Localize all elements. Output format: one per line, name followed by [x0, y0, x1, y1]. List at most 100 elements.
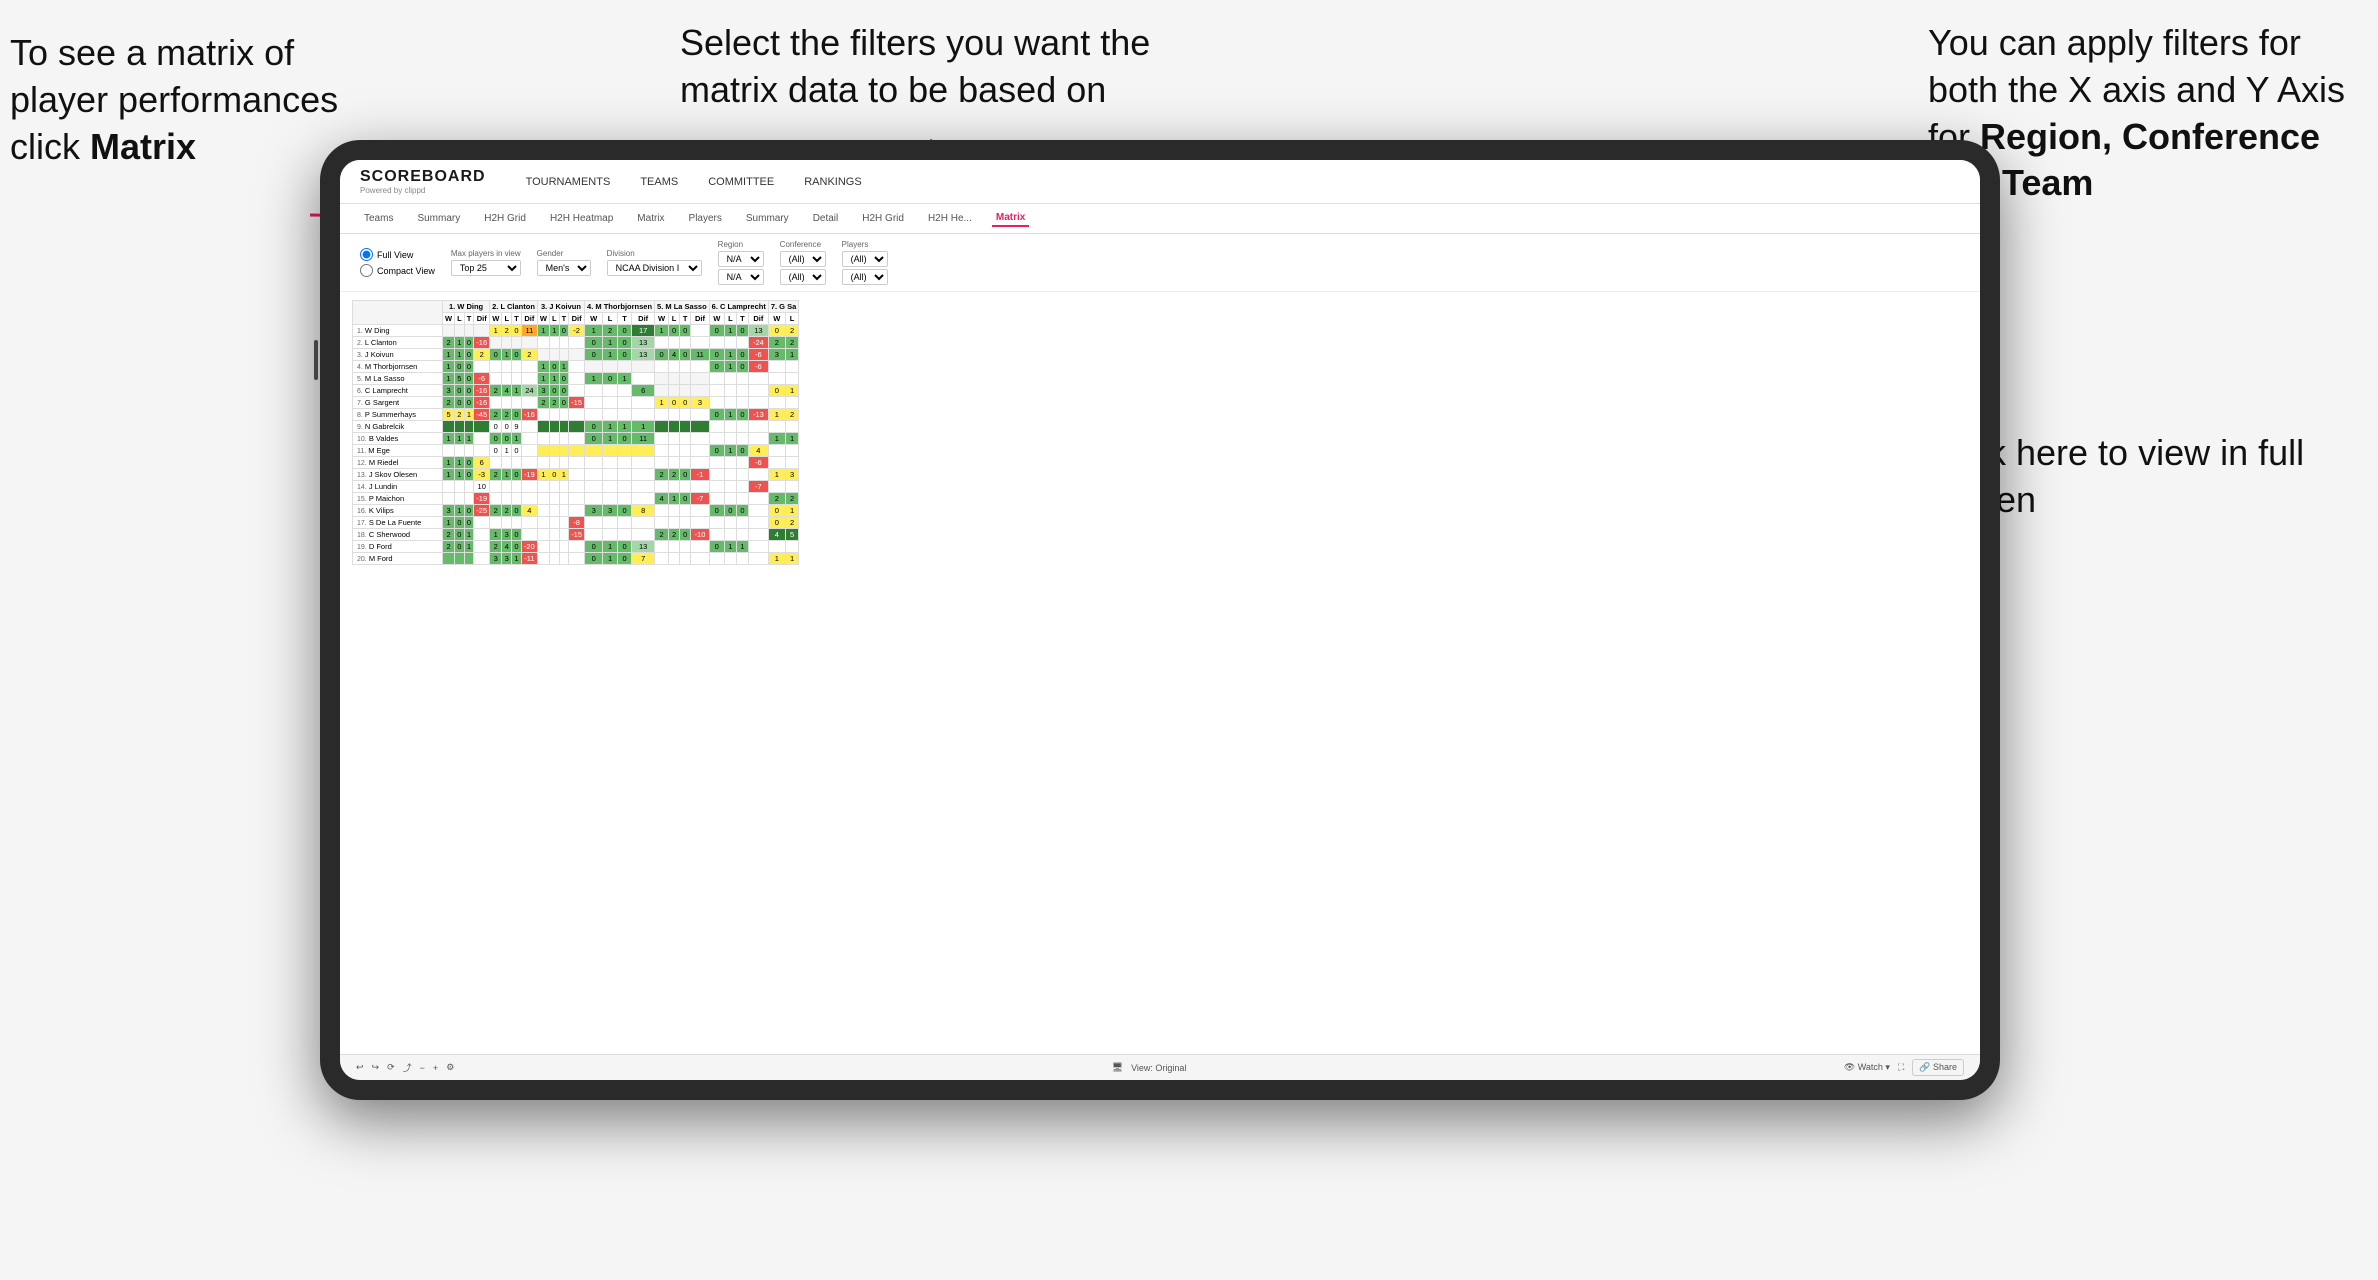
sub-nav-h2hhe[interactable]: H2H He...	[924, 211, 976, 226]
conference-select-2[interactable]: (All)	[780, 269, 826, 285]
th-6-l: L	[724, 313, 736, 325]
sub-nav-players[interactable]: Players	[685, 211, 726, 226]
sub-nav-detail[interactable]: Detail	[809, 211, 843, 226]
region-select-2[interactable]: N/A	[718, 269, 764, 285]
sub-nav-matrix-active[interactable]: Matrix	[992, 210, 1029, 227]
th-5-m-la-sasso: 5. M La Sasso	[655, 301, 710, 313]
player-name: 13. J Skov Olesen	[353, 469, 443, 481]
th-6-t: T	[736, 313, 748, 325]
sub-nav-matrix[interactable]: Matrix	[633, 211, 668, 226]
top-nav: SCOREBOARD Powered by clippd TOURNAMENTS…	[340, 160, 1980, 204]
toolbar-undo[interactable]: ↩	[356, 1062, 364, 1073]
logo-title: SCOREBOARD	[360, 168, 486, 186]
players-label: Players	[842, 240, 888, 249]
th-7-l: L	[785, 313, 798, 325]
region-select-1[interactable]: N/A	[718, 251, 764, 267]
full-view-radio[interactable]: Full View	[360, 248, 435, 261]
conference-filter: Conference (All) (All)	[780, 240, 826, 285]
sub-nav-summary2[interactable]: Summary	[742, 211, 793, 226]
max-players-label: Max players in view	[451, 249, 521, 258]
max-players-filter: Max players in view Top 25	[451, 249, 521, 276]
annotation-center: Select the filters you want the matrix d…	[680, 20, 1200, 114]
table-row: 19. D Ford 201 240-20 01013 011	[353, 541, 799, 553]
players-select-2[interactable]: (All)	[842, 269, 888, 285]
table-row: 5. M La Sasso 150-6 110 101	[353, 373, 799, 385]
sub-nav-teams[interactable]: Teams	[360, 211, 397, 226]
toolbar-settings[interactable]: ⚙	[446, 1062, 454, 1073]
sub-nav-summary[interactable]: Summary	[413, 211, 464, 226]
th-1-t: T	[464, 313, 474, 325]
players-select-1[interactable]: (All)	[842, 251, 888, 267]
th-6-c-lamprecht: 6. C Lamprecht	[709, 301, 768, 313]
sub-nav-h2h-heatmap[interactable]: H2H Heatmap	[546, 211, 617, 226]
full-view-input[interactable]	[360, 248, 373, 261]
sub-nav-h2h-grid2[interactable]: H2H Grid	[858, 211, 908, 226]
sub-nav: Teams Summary H2H Grid H2H Heatmap Matri…	[340, 204, 1980, 234]
logo-area: SCOREBOARD Powered by clippd	[360, 168, 486, 195]
toolbar-zoom-out[interactable]: −	[420, 1063, 425, 1073]
th-4-dif: Dif	[632, 313, 655, 325]
player-name: 16. K Vilips	[353, 505, 443, 517]
table-row: 3. J Koivun 1102 0102 01013 04011 010-6 …	[353, 349, 799, 361]
th-3-t: T	[559, 313, 569, 325]
sub-nav-h2h-grid[interactable]: H2H Grid	[480, 211, 530, 226]
player-name: 7. G Sargent	[353, 397, 443, 409]
division-filter: Division NCAA Division I	[607, 249, 702, 276]
compact-view-radio[interactable]: Compact View	[360, 264, 435, 277]
player-name: 12. M Riedel	[353, 457, 443, 469]
toolbar-refresh[interactable]: ⟳	[387, 1062, 395, 1073]
nav-tournaments[interactable]: TOURNAMENTS	[526, 176, 611, 188]
player-name: 3. J Koivun	[353, 349, 443, 361]
toolbar-view-label: 🖥	[1112, 1062, 1123, 1073]
table-row: 8. P Summerhays 521-45 220-16 010-13 12	[353, 409, 799, 421]
th-1-l: L	[455, 313, 465, 325]
th-7-w: W	[768, 313, 785, 325]
player-name: 18. C Sherwood	[353, 529, 443, 541]
table-row: 18. C Sherwood 201 130 -15 220-10 45	[353, 529, 799, 541]
toolbar-watch[interactable]: 👁 Watch ▾	[1844, 1062, 1890, 1073]
player-name: 15. P Maichon	[353, 493, 443, 505]
tablet-side-button	[314, 340, 318, 380]
table-row: 20. M Ford 331-11 0107 11	[353, 553, 799, 565]
table-row: 12. M Riedel 1106 -6	[353, 457, 799, 469]
division-select[interactable]: NCAA Division I	[607, 260, 702, 276]
player-name: 20. M Ford	[353, 553, 443, 565]
th-1-w: W	[443, 313, 455, 325]
table-row: 1. W Ding 12011 110-2 12017 100 01013 02	[353, 325, 799, 337]
toolbar-view-original[interactable]: View: Original	[1131, 1063, 1186, 1073]
nav-teams[interactable]: TEAMS	[640, 176, 678, 188]
table-row: 17. S De La Fuente 100 -8 02	[353, 517, 799, 529]
player-name: 6. C Lamprecht	[353, 385, 443, 397]
max-players-select[interactable]: Top 25	[451, 260, 521, 276]
tablet-frame: SCOREBOARD Powered by clippd TOURNAMENTS…	[320, 140, 2000, 1100]
toolbar-center: 🖥 View: Original	[1112, 1062, 1187, 1073]
th-3-l: L	[550, 313, 560, 325]
th-1-w-ding: 1. W Ding	[443, 301, 490, 313]
th-2-l-clanton: 2. L Clanton	[490, 301, 538, 313]
logo-sub: Powered by clippd	[360, 186, 486, 195]
nav-rankings[interactable]: RANKINGS	[804, 176, 861, 188]
nav-committee[interactable]: COMMITTEE	[708, 176, 774, 188]
th-4-t: T	[617, 313, 632, 325]
player-name: 14. J Lundin	[353, 481, 443, 493]
player-name: 17. S De La Fuente	[353, 517, 443, 529]
th-3-w: W	[537, 313, 549, 325]
toolbar-share-small[interactable]: ⤴	[403, 1061, 412, 1074]
compact-view-label: Compact View	[377, 266, 435, 276]
table-row: 13. J Skov Olesen 110-3 210-19 101 220-1…	[353, 469, 799, 481]
toolbar-share-btn[interactable]: 🔗 Share	[1912, 1059, 1964, 1076]
tablet-screen: SCOREBOARD Powered by clippd TOURNAMENTS…	[340, 160, 1980, 1080]
th-7-g-sa: 7. G Sa	[768, 301, 798, 313]
toolbar-expand[interactable]: ⛶	[1898, 1062, 1904, 1073]
compact-view-input[interactable]	[360, 264, 373, 277]
table-row: 11. M Ege 010 0104	[353, 445, 799, 457]
gender-select[interactable]: Men's	[537, 260, 591, 276]
conference-select-1[interactable]: (All)	[780, 251, 826, 267]
matrix-area[interactable]: 1. W Ding 2. L Clanton 3. J Koivun 4. M …	[340, 292, 1980, 1054]
th-4-m-thorbjornsen: 4. M Thorbjornsen	[585, 301, 655, 313]
conference-label: Conference	[780, 240, 826, 249]
toolbar-zoom-in[interactable]: +	[433, 1063, 438, 1073]
view-radio-group: Full View Compact View	[360, 248, 435, 277]
toolbar-redo[interactable]: ↪	[372, 1062, 380, 1073]
player-name: 5. M La Sasso	[353, 373, 443, 385]
